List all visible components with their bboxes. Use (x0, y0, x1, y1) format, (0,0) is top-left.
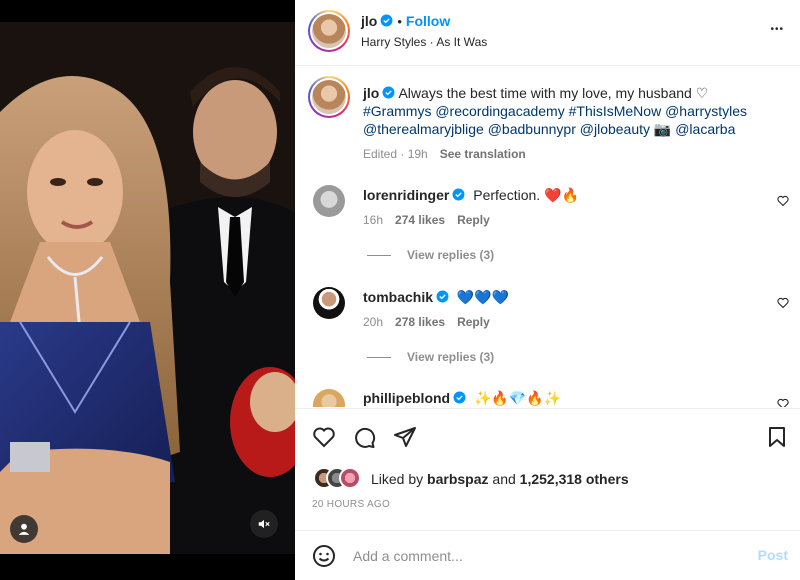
see-translation-link[interactable]: See translation (440, 147, 526, 161)
caption-text: Always the best time with my love, my hu… (398, 85, 709, 101)
like-comment-heart-icon[interactable] (777, 398, 789, 407)
speaker-muted-icon (258, 519, 270, 529)
verified-icon (380, 14, 393, 27)
verified-icon (436, 290, 449, 303)
likes-count-link[interactable]: 1,252,318 others (520, 471, 629, 487)
comment-composer: Post (295, 530, 800, 580)
caption-edited: Edited · 19h (363, 147, 428, 161)
author-avatar[interactable] (308, 10, 350, 52)
view-replies-button[interactable]: View replies (3) (367, 248, 494, 262)
reply-button[interactable]: Reply (457, 315, 490, 329)
likers-avatars[interactable] (313, 467, 365, 489)
comment-meta: 16h 274 likes Reply (363, 213, 490, 227)
comment-text: Perfection. ❤️🔥 (473, 187, 579, 203)
post-comment-button[interactable]: Post (758, 547, 788, 563)
comment-text: ✨🔥💎🔥✨ (474, 390, 562, 406)
comment-age: 20h (363, 315, 384, 329)
comment-meta: 20h 278 likes Reply (363, 315, 490, 329)
like-comment-heart-icon[interactable] (777, 195, 789, 207)
comments-section[interactable]: jlo Always the best time with my love, m… (295, 67, 800, 407)
view-replies-label: View replies (3) (407, 350, 495, 364)
post-header: jlo • Follow Harry Styles · As It Was ••• (295, 0, 800, 66)
post-timestamp[interactable]: 20 HOURS AGO (312, 499, 390, 510)
comment-likes[interactable]: 274 likes (395, 213, 445, 227)
replies-divider (367, 356, 391, 358)
verified-icon (452, 188, 465, 201)
caption-tags-line1[interactable]: #Grammys @recordingacademy #ThisIsMeNow … (363, 103, 747, 119)
separator-dot: • (397, 14, 402, 29)
follow-button[interactable]: Follow (406, 13, 450, 29)
caption-avatar[interactable] (308, 76, 350, 118)
caption-tags-line2[interactable]: @therealmaryjblige @badbunnypr @jlobeaut… (363, 121, 735, 137)
comment-icon[interactable] (352, 425, 376, 449)
liked-by-prefix: Liked by (371, 471, 424, 487)
view-replies-button[interactable]: View replies (3) (367, 350, 494, 364)
caption-username[interactable]: jlo (363, 85, 379, 101)
comment: phillipeblond ✨🔥💎🔥✨ (363, 389, 561, 407)
user-icon (18, 523, 30, 535)
post-panel: jlo • Follow Harry Styles · As It Was ••• … (295, 0, 800, 580)
view-replies-label: View replies (3) (407, 248, 495, 262)
comment-username[interactable]: tombachik (363, 289, 433, 305)
comment-likes[interactable]: 278 likes (395, 315, 445, 329)
like-heart-icon[interactable] (312, 425, 336, 449)
liked-by-user-link[interactable]: barbspaz (427, 471, 488, 487)
comment-avatar[interactable] (313, 185, 345, 217)
photo-illustration (0, 22, 295, 554)
author-line: jlo • Follow (361, 13, 450, 29)
comment-username[interactable]: lorenridinger (363, 187, 449, 203)
caption-meta: Edited · 19h See translation (363, 147, 526, 161)
comment: tombachik 💙💙💙 (363, 288, 509, 306)
more-options-button[interactable]: ••• (770, 24, 784, 35)
like-comment-heart-icon[interactable] (777, 297, 789, 309)
caption: jlo Always the best time with my love, m… (363, 84, 783, 138)
comment-username[interactable]: phillipeblond (363, 390, 450, 406)
comment-age: 16h (363, 213, 384, 227)
verified-icon (453, 391, 466, 404)
post-photo[interactable] (0, 22, 295, 554)
share-send-icon[interactable] (393, 425, 417, 449)
audio-link[interactable]: Harry Styles · As It Was (361, 35, 487, 49)
user-tags-button[interactable] (10, 515, 38, 543)
comment-text: 💙💙💙 (456, 289, 510, 305)
mute-button[interactable] (250, 510, 278, 538)
comment-avatar[interactable] (313, 389, 345, 407)
comment-avatar[interactable] (313, 287, 345, 319)
emoji-icon[interactable] (312, 544, 336, 568)
liked-by-text: Liked by barbspaz and 1,252,318 others (371, 471, 629, 487)
verified-icon (382, 86, 395, 99)
replies-divider (367, 254, 391, 256)
author-username[interactable]: jlo (361, 13, 377, 29)
action-bar: Liked by barbspaz and 1,252,318 others 2… (295, 408, 800, 530)
comment: lorenridinger Perfection. ❤️🔥 (363, 186, 579, 204)
reply-button[interactable]: Reply (457, 213, 490, 227)
save-bookmark-icon[interactable] (765, 425, 789, 449)
post-media[interactable] (0, 0, 295, 580)
comment-input[interactable] (353, 545, 733, 567)
liked-by-and: and (492, 471, 516, 487)
